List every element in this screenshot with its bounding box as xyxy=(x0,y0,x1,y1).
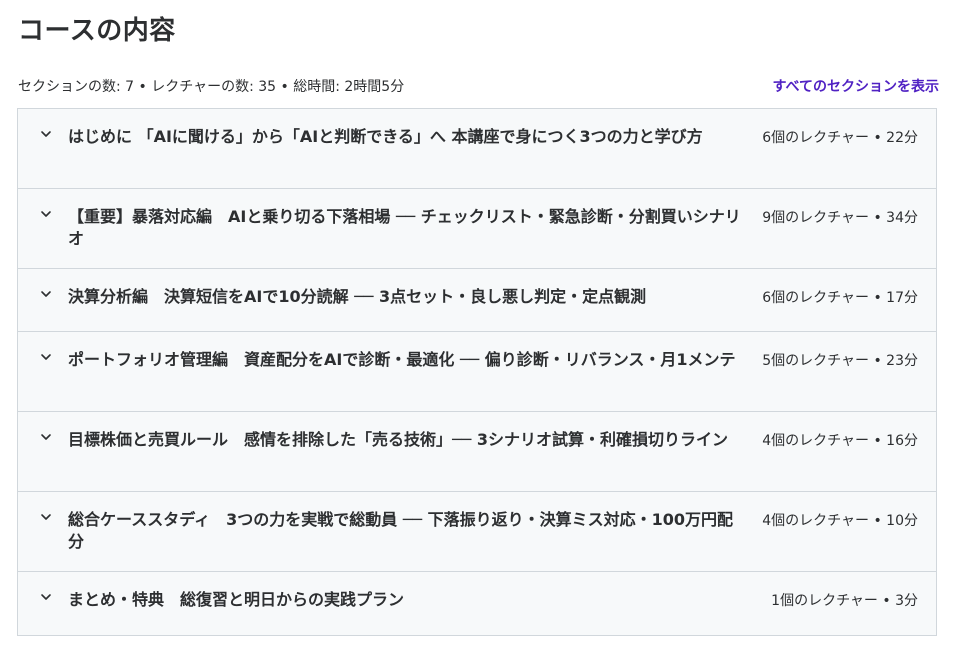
section-lecture-info: 5個のレクチャー • 23分 xyxy=(762,353,918,369)
section-title: 【重要】暴落対応編 AIと乗り切る下落相場 ── チェックリスト・緊急診断・分割… xyxy=(68,207,741,248)
section-row[interactable]: 【重要】暴落対応編 AIと乗り切る下落相場 ── チェックリスト・緊急診断・分割… xyxy=(18,189,936,269)
section-lecture-info: 4個のレクチャー • 16分 xyxy=(762,433,918,449)
section-list: はじめに 「AIに聞ける」から「AIと判断できる」へ 本講座で身につく3つの力と… xyxy=(17,108,937,636)
section-lecture-info: 4個のレクチャー • 10分 xyxy=(762,513,918,529)
chevron-down-icon xyxy=(40,511,52,523)
chevron-down-icon xyxy=(40,351,52,363)
chevron-down-icon xyxy=(40,591,52,603)
chevron-down-icon xyxy=(40,128,52,140)
section-row[interactable]: はじめに 「AIに聞ける」から「AIと判断できる」へ 本講座で身につく3つの力と… xyxy=(18,109,936,189)
chevron-down-icon xyxy=(40,431,52,443)
course-meta-row: セクションの数: 7 • レクチャーの数: 35 • 総時間: 2時間5分 すべ… xyxy=(18,75,939,97)
section-title: ポートフォリオ管理編 資産配分をAIで診断・最適化 ── 偏り診断・リバランス・… xyxy=(68,350,736,369)
course-stats: セクションの数: 7 • レクチャーの数: 35 • 総時間: 2時間5分 xyxy=(18,79,405,95)
section-title: 目標株価と売買ルール 感情を排除した「売る技術」── 3シナリオ試算・利確損切り… xyxy=(68,430,728,449)
section-lecture-info: 9個のレクチャー • 34分 xyxy=(762,210,918,226)
section-lecture-info: 6個のレクチャー • 17分 xyxy=(762,290,918,306)
chevron-down-icon xyxy=(40,288,52,300)
section-row[interactable]: ポートフォリオ管理編 資産配分をAIで診断・最適化 ── 偏り診断・リバランス・… xyxy=(18,332,936,412)
show-all-sections-button[interactable]: すべてのセクションを表示 xyxy=(773,76,939,96)
section-title: 総合ケーススタディ 3つの力を実戦で総動員 ── 下落振り返り・決算ミス対応・1… xyxy=(68,510,734,551)
page-title: コースの内容 xyxy=(18,16,176,46)
section-lecture-info: 1個のレクチャー • 3分 xyxy=(771,593,918,609)
section-row[interactable]: まとめ・特典 総復習と明日からの実践プラン 1個のレクチャー • 3分 xyxy=(18,572,936,635)
section-row[interactable]: 決算分析編 決算短信をAIで10分読解 ── 3点セット・良し悪し判定・定点観測… xyxy=(18,269,936,332)
section-row[interactable]: 総合ケーススタディ 3つの力を実戦で総動員 ── 下落振り返り・決算ミス対応・1… xyxy=(18,492,936,572)
chevron-down-icon xyxy=(40,208,52,220)
section-lecture-info: 6個のレクチャー • 22分 xyxy=(762,130,918,146)
section-row[interactable]: 目標株価と売買ルール 感情を排除した「売る技術」── 3シナリオ試算・利確損切り… xyxy=(18,412,936,492)
section-title: 決算分析編 決算短信をAIで10分読解 ── 3点セット・良し悪し判定・定点観測 xyxy=(68,287,647,306)
section-title: まとめ・特典 総復習と明日からの実践プラン xyxy=(68,590,405,609)
section-title: はじめに 「AIに聞ける」から「AIと判断できる」へ 本講座で身につく3つの力と… xyxy=(68,127,703,146)
